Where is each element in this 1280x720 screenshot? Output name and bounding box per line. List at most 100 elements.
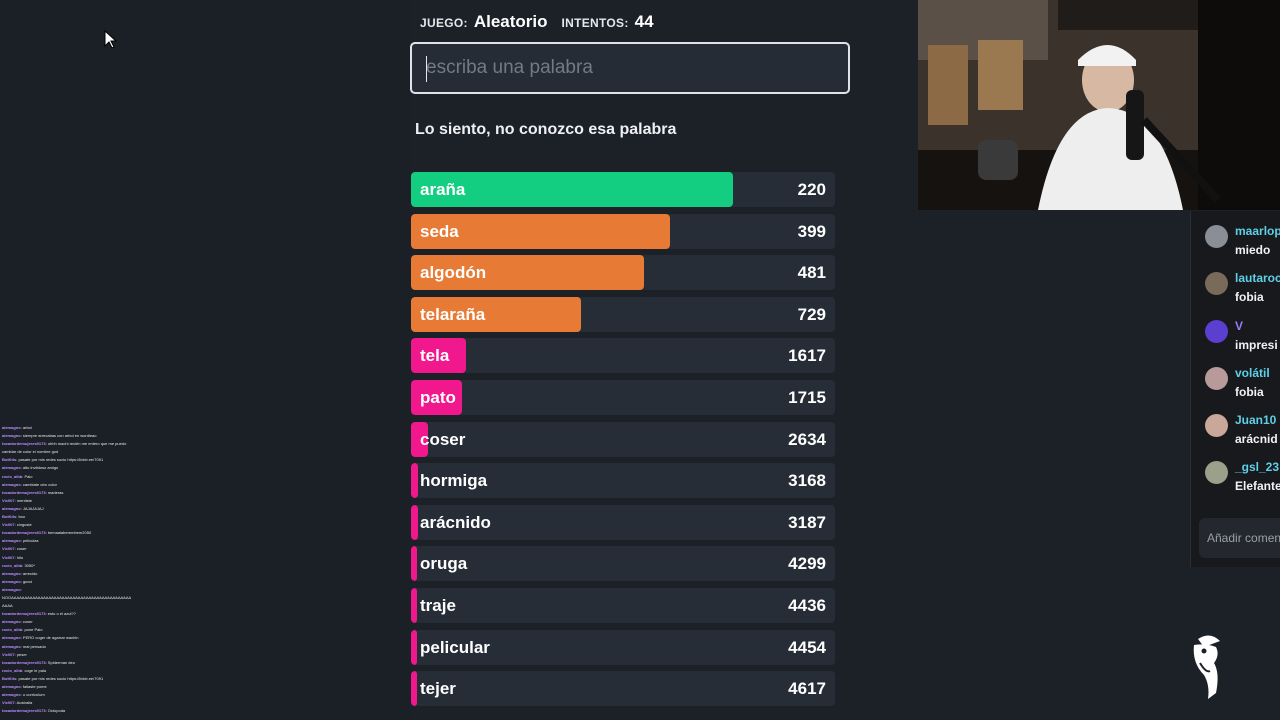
similarity-bar	[411, 504, 418, 540]
overlay-chat-user: Vic007	[2, 700, 15, 706]
overlay-chat-text: : mal pensado	[20, 643, 46, 649]
overlay-chat-user: Vic007	[2, 546, 15, 552]
overlay-chat-line: cambiar de color el nombre god	[2, 448, 182, 456]
toucan-logo-icon	[1190, 633, 1230, 701]
guess-row: hormiga 3168	[411, 463, 835, 499]
overlay-chat-user: alemagno	[2, 643, 21, 649]
overlay-chat-user: Vic007	[2, 497, 15, 503]
guess-rank: 4617	[788, 679, 826, 699]
overlay-chat-line: alemagno: o curriculum	[2, 691, 182, 699]
overlay-chat-user: rocio_albb	[2, 473, 23, 479]
chat-input[interactable]	[1199, 518, 1280, 558]
feedback-message: Lo siento, no conozco esa palabra	[415, 121, 677, 138]
overlay-chat-text: : arbol	[20, 425, 32, 430]
overlay-chat-user: Vic007	[2, 522, 15, 528]
overlay-chat-line: tocadordemujeres9173: Spiderman deo	[2, 659, 182, 667]
user-avatar	[1205, 367, 1228, 390]
overlay-chat-text: : boo	[16, 514, 26, 520]
overlay-chat-text: : esto o el azul??	[45, 611, 76, 617]
overlay-chat-text: : mentiste	[14, 497, 32, 503]
overlay-chat-text: : peser	[14, 651, 27, 657]
overlay-chat-text: :	[20, 586, 22, 592]
overlay-chat-line: Vic007: hilo	[2, 554, 182, 562]
chat-username[interactable]: Juan10	[1235, 413, 1276, 427]
overlay-chat-user: alemagno	[2, 684, 21, 689]
similarity-bar	[411, 587, 417, 623]
guess-rank: 3187	[788, 512, 826, 532]
overlay-chat-text: : alto invitdoso amigo	[20, 465, 59, 471]
overlay-chat-text: : coge le pala	[22, 667, 47, 673]
chat-panel: maarlop miedo lautaroc fobia Vimpresi volátil…	[1190, 211, 1280, 567]
overlay-chat-text: cambiar de color el nombre god	[2, 449, 59, 455]
overlay-chat-user: alemagno	[2, 692, 21, 698]
overlay-chat-line: alemagno: alto invitdoso amigo	[2, 464, 182, 472]
user-avatar	[1205, 414, 1228, 437]
user-avatar	[1205, 320, 1228, 343]
overlay-chat-user: tocadordemujeres9173	[2, 530, 46, 536]
chat-text: Elefante	[1235, 479, 1280, 493]
guess-rank: 399	[797, 221, 826, 241]
attempts-value: 44	[634, 12, 654, 31]
overlay-chat-line: alemagno:	[2, 586, 182, 594]
guess-rank: 1715	[788, 387, 826, 407]
guess-row: coser 2634	[411, 421, 835, 457]
chat-username[interactable]: maarlop	[1235, 224, 1280, 238]
overlay-chat-line: alemagno: PERO coger de agarrar wachin	[2, 634, 182, 642]
overlay-chat-text: : maderas	[45, 489, 64, 495]
overlay-chat-line: alemagno: cambiate otro color	[2, 481, 182, 489]
overlay-chat-user: alemagno	[2, 433, 21, 439]
user-avatar	[1205, 272, 1228, 295]
overlay-chat-user: alemagno	[2, 538, 21, 544]
chat-text: fobia	[1235, 385, 1264, 399]
overlay-chat-text: : fallaste pome	[20, 684, 47, 689]
chat-text: fobia	[1235, 290, 1264, 304]
guess-row: arácnido 3187	[411, 504, 835, 540]
overlay-chat-text: : pasate por mis redes socio https://lin…	[16, 457, 104, 463]
overlay-chat-user: alemagno	[2, 505, 21, 511]
chat-username[interactable]: lautaroc	[1235, 271, 1280, 285]
overlay-chat-line: tocadordemujeres9173: maderas	[2, 489, 182, 497]
overlay-chat-text: : coser	[14, 546, 27, 552]
overlay-chat-line: Vic007: cinguste	[2, 521, 182, 529]
game-label: JUEGO:	[420, 16, 468, 30]
overlay-chat-user: BotKits	[2, 675, 17, 681]
overlay-chat-user: tocadordemujeres9173	[2, 489, 46, 495]
overlay-chat-text: : coser	[20, 619, 33, 625]
game-value: Aleatorio	[473, 12, 548, 31]
guess-word: traje	[420, 595, 456, 615]
overlay-chat-line: rocio_albb: 3050*	[2, 562, 182, 570]
word-input[interactable]	[410, 42, 850, 94]
guess-word: seda	[420, 221, 459, 241]
similarity-bar	[411, 671, 417, 707]
overlay-chat-user: tocadordemujeres9173	[2, 611, 46, 617]
guess-row: pato 1715	[411, 379, 835, 415]
overlay-chat-line: alemagno: siempre arrecabas con arbol en…	[2, 432, 182, 440]
user-avatar	[1205, 461, 1228, 484]
overlay-chat-line: BotKits: pasate por mis redes socio http…	[2, 675, 182, 683]
overlay-chat-line: BotKits: pasate por mis redes socio http…	[2, 456, 182, 464]
attempts-label: INTENTOS:	[561, 16, 629, 30]
overlay-chat-line: rocio_albb: pone Palo	[2, 626, 182, 634]
overlay-chat-user: Vic007	[2, 651, 15, 657]
overlay-chat-text: : o curriculum	[20, 692, 45, 698]
overlay-chat-user: tocadordemujeres9173	[2, 708, 46, 714]
chat-username[interactable]: _gsl_23	[1235, 460, 1279, 474]
chat-username[interactable]: volátil	[1235, 366, 1270, 380]
guess-word: telaraña	[420, 304, 486, 324]
overlay-chat-text: : 3050*	[22, 562, 35, 568]
similarity-bar	[411, 463, 418, 499]
guess-word: coser	[420, 429, 466, 449]
webcam-feed	[918, 0, 1280, 210]
guess-row: oruga 4299	[411, 546, 835, 582]
overlay-chat-text: : hilo	[14, 554, 24, 560]
overlay-chat: alemagno: arbol alemagno: siempre arrecab…	[2, 424, 182, 720]
overlay-chat-text: : siempre arrecabas con arbol en wordlea…	[20, 433, 97, 439]
overlay-chat-line: alemagno: JAJAJAJAJ	[2, 505, 182, 513]
overlay-chat-text: : Spiderman deo	[45, 659, 75, 665]
guess-row: tela 1617	[411, 338, 835, 374]
chat-username[interactable]: V	[1235, 319, 1243, 333]
overlay-chat-text: : JAJAJAJAJ	[20, 505, 44, 511]
overlay-chat-user: rocio_albb	[2, 627, 23, 633]
overlay-chat-user: Vic007	[2, 554, 15, 560]
overlay-chat-user: alemagno	[2, 635, 21, 641]
